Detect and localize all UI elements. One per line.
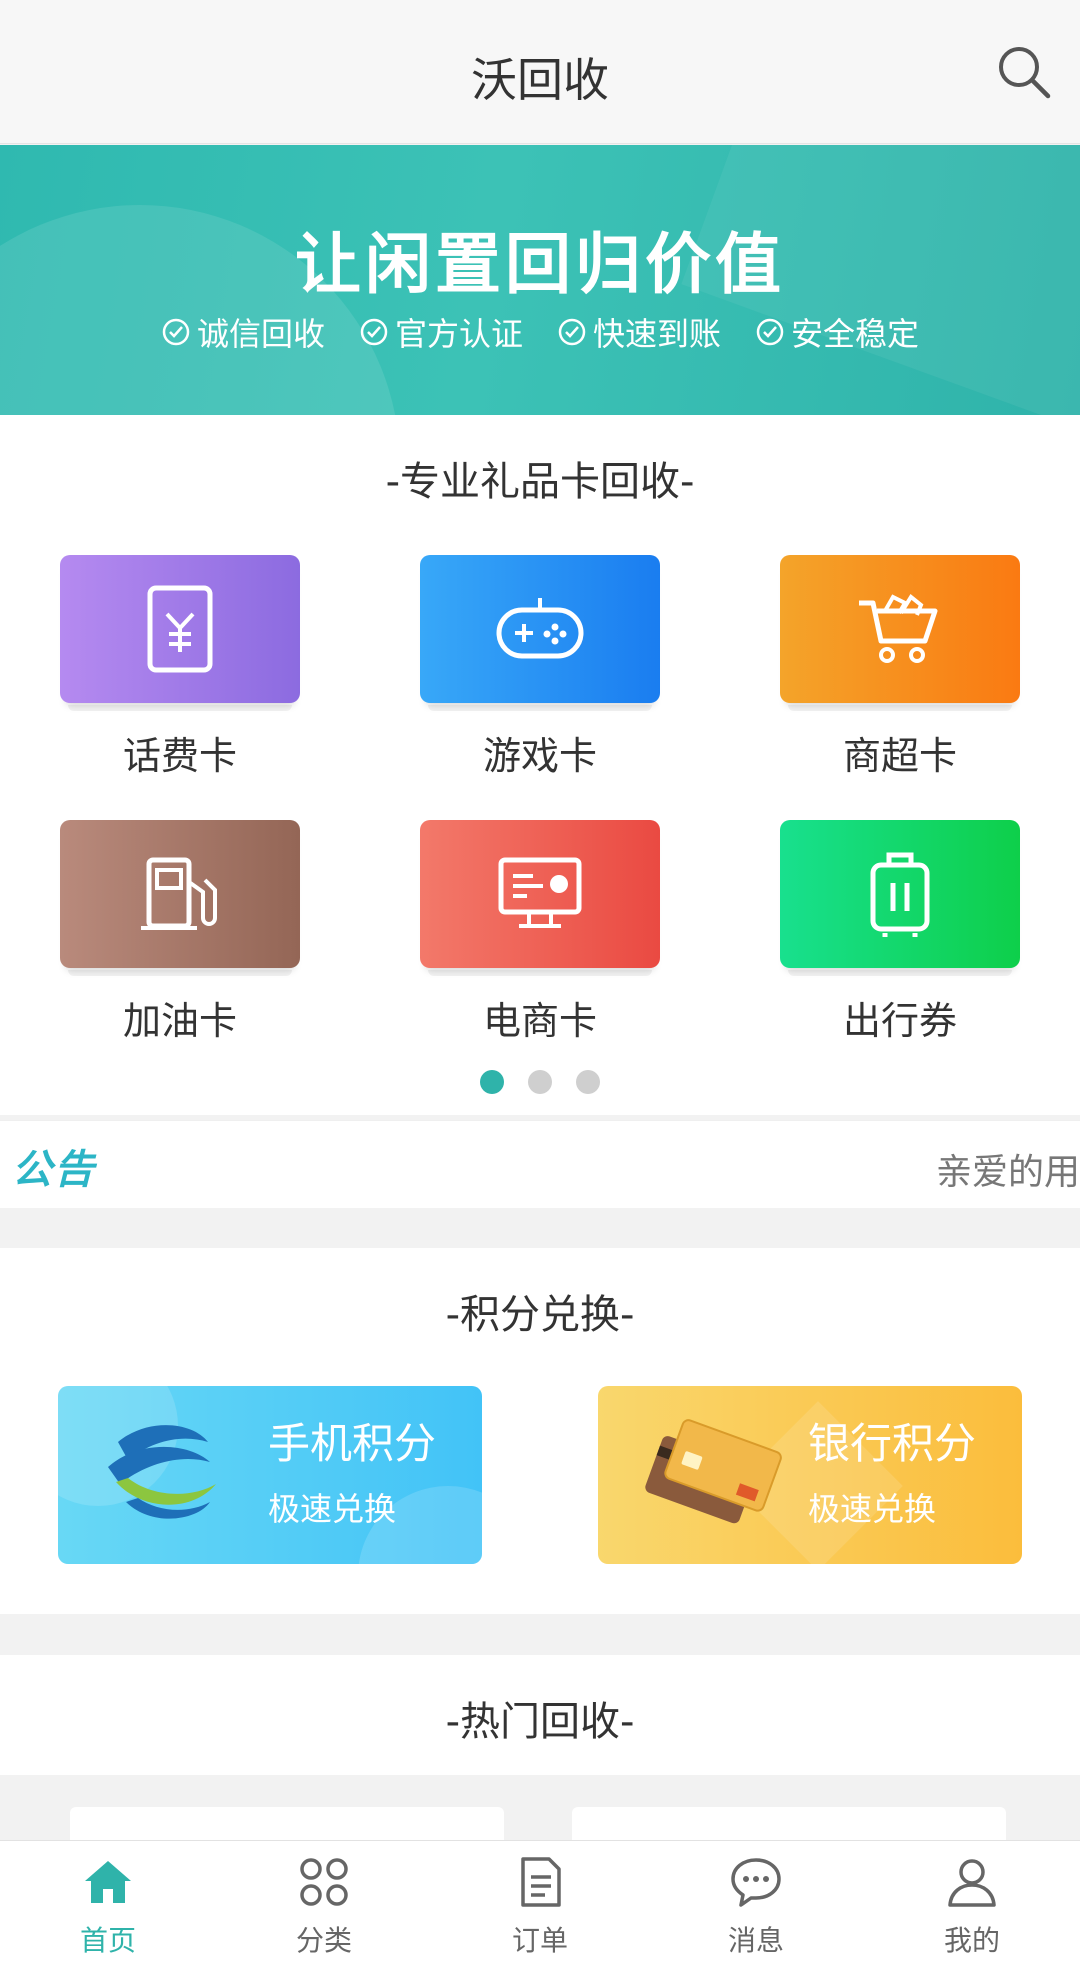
mobile-points-title: 手机积分 bbox=[268, 1419, 437, 1468]
pagination-dot[interactable] bbox=[528, 1070, 552, 1094]
promo-banner[interactable]: 让闲置回归价值 诚信回收 官方认证 快速到账 安全稳定 bbox=[0, 145, 1080, 415]
nav-label: 首页 bbox=[79, 1924, 136, 1957]
check-circle-icon bbox=[756, 318, 784, 346]
nav-item-home[interactable]: 首页 bbox=[0, 1841, 216, 1968]
gift-item-travel-voucher[interactable]: 出行券 bbox=[780, 820, 1020, 1045]
gift-item-phone-card[interactable]: 话费卡 bbox=[60, 555, 300, 780]
notice-tag: 公告 bbox=[12, 1147, 96, 1193]
hot-recycle-list bbox=[0, 1775, 1080, 1867]
category-icon bbox=[300, 1858, 348, 1906]
gift-item-fuel-card[interactable]: 加油卡 bbox=[60, 820, 300, 1045]
gift-item-ecommerce-card[interactable]: 电商卡 bbox=[420, 820, 660, 1045]
banner-tag: 诚信回收 bbox=[161, 309, 325, 355]
pagination-dot-active[interactable] bbox=[480, 1070, 504, 1094]
gift-item-label: 出行券 bbox=[842, 999, 957, 1043]
notice-bar[interactable]: 公告 亲爱的用 bbox=[0, 1120, 1080, 1208]
nav-label: 分类 bbox=[295, 1924, 352, 1957]
bank-points-subtitle: 极速兑换 bbox=[808, 1490, 937, 1528]
message-icon bbox=[731, 1858, 781, 1907]
notice-text[interactable]: 亲爱的用 bbox=[936, 1143, 1080, 1195]
banner-tag: 快速到账 bbox=[557, 309, 721, 355]
points-exchange-section: -积分兑换- 手机积分 极速兑换 银行积分 极速兑换 bbox=[0, 1248, 1080, 1614]
carousel-pagination[interactable] bbox=[0, 1070, 1080, 1094]
gift-tile bbox=[60, 820, 300, 976]
nav-item-orders[interactable]: 订单 bbox=[432, 1841, 648, 1968]
section-title: -专业礼品卡回收- bbox=[385, 459, 695, 505]
home-icon bbox=[85, 1861, 131, 1903]
section-title: -热门回收- bbox=[445, 1699, 635, 1745]
banner-tag: 安全稳定 bbox=[755, 309, 919, 355]
gift-tile bbox=[780, 555, 1020, 711]
bank-points-title: 银行积分 bbox=[808, 1419, 977, 1468]
gift-tile bbox=[60, 555, 300, 711]
gift-item-label: 电商卡 bbox=[482, 999, 597, 1043]
mobile-points-card[interactable]: 手机积分 极速兑换 bbox=[58, 1386, 482, 1564]
banner-tag-label: 官方认证 bbox=[394, 315, 523, 353]
banner-tag-label: 诚信回收 bbox=[196, 315, 325, 353]
phone-yuan-icon bbox=[147, 585, 213, 673]
top-app-bar: 沃回收 bbox=[0, 0, 1080, 144]
pagination-dot[interactable] bbox=[576, 1070, 600, 1094]
gift-item-supermarket-card[interactable]: 商超卡 bbox=[780, 555, 1020, 780]
nav-label: 消息 bbox=[727, 1924, 784, 1957]
banner-tag: 官方认证 bbox=[359, 309, 523, 355]
gift-tile bbox=[780, 820, 1020, 976]
gift-item-game-card[interactable]: 游戏卡 bbox=[420, 555, 660, 780]
bank-points-card[interactable]: 银行积分 极速兑换 bbox=[598, 1386, 1022, 1564]
page-title: 沃回收 bbox=[471, 53, 609, 107]
gamepad-icon bbox=[496, 598, 584, 659]
nav-item-category[interactable]: 分类 bbox=[216, 1841, 432, 1968]
gift-card-section: -专业礼品卡回收- 话费卡 游戏卡 商超卡 加油卡 电商卡 出行券 bbox=[0, 415, 1080, 1115]
user-icon bbox=[948, 1859, 996, 1907]
monitor-icon bbox=[498, 857, 582, 928]
check-circle-icon bbox=[558, 318, 586, 346]
fuel-pump-icon bbox=[141, 857, 217, 930]
banner-tag-label: 安全稳定 bbox=[791, 315, 920, 353]
gift-tile bbox=[420, 555, 660, 711]
nav-label: 我的 bbox=[943, 1924, 1000, 1957]
order-icon bbox=[521, 1857, 561, 1907]
gift-item-label: 游戏卡 bbox=[482, 734, 597, 778]
shopping-cart-icon bbox=[859, 594, 938, 663]
banner-tag-label: 快速到账 bbox=[593, 315, 722, 353]
luggage-icon bbox=[870, 852, 930, 937]
hot-recycle-section: -热门回收- bbox=[0, 1655, 1080, 1775]
banner-tags: 诚信回收 官方认证 快速到账 安全稳定 bbox=[0, 309, 1080, 355]
nav-item-profile[interactable]: 我的 bbox=[864, 1841, 1080, 1968]
bottom-navigation: 首页 分类 订单 消息 我的 bbox=[0, 1840, 1080, 1968]
banner-headline: 让闲置回归价值 bbox=[295, 226, 785, 303]
mobile-points-subtitle: 极速兑换 bbox=[268, 1490, 397, 1528]
credit-card-icon bbox=[645, 1419, 782, 1524]
section-title: -积分兑换- bbox=[445, 1292, 635, 1338]
check-circle-icon bbox=[360, 318, 388, 346]
china-mobile-logo bbox=[108, 1425, 216, 1519]
nav-item-messages[interactable]: 消息 bbox=[648, 1841, 864, 1968]
nav-label: 订单 bbox=[511, 1924, 568, 1957]
check-circle-icon bbox=[162, 318, 190, 346]
gift-item-label: 商超卡 bbox=[842, 734, 957, 778]
search-icon[interactable] bbox=[994, 42, 1054, 102]
gift-item-label: 加油卡 bbox=[122, 999, 237, 1043]
gift-tile bbox=[420, 820, 660, 976]
gift-item-label: 话费卡 bbox=[122, 734, 237, 778]
